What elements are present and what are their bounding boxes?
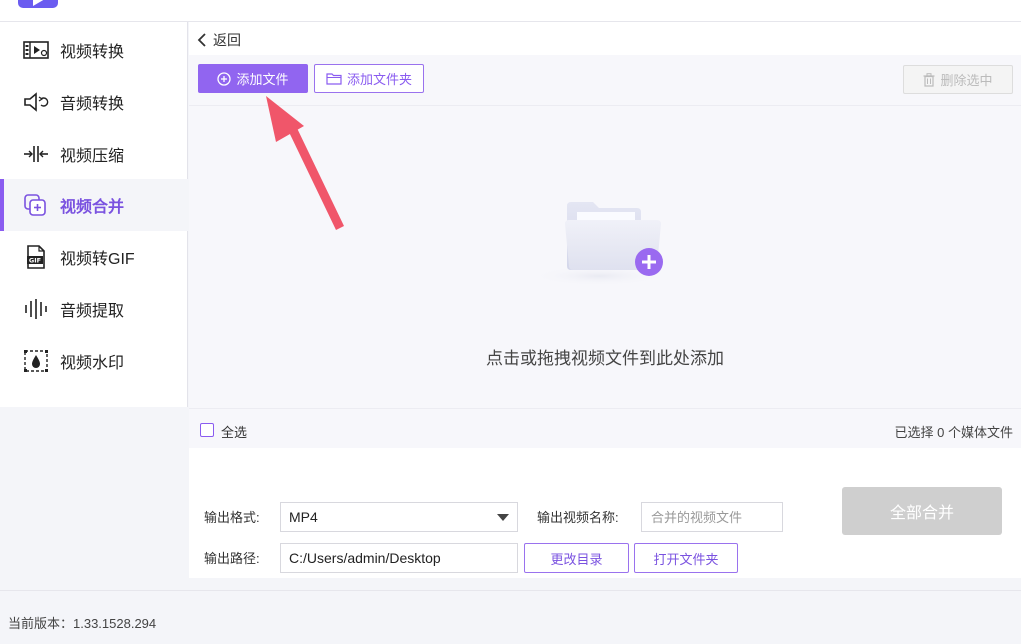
- sidebar-item-label: 音频转换: [60, 96, 125, 113]
- video-merge-icon: [22, 193, 50, 217]
- output-settings: 输出格式: MP4 输出视频名称: 输出路径: C:/Users/admin/D…: [189, 448, 1021, 578]
- merge-all-button[interactable]: 全部合并: [842, 487, 1002, 535]
- title-bar: [0, 0, 1021, 22]
- video-convert-icon: [22, 38, 50, 62]
- status-bar: 当前版本：1.33.1528.294: [0, 590, 1021, 644]
- sidebar-item-label: 视频压缩: [60, 148, 125, 165]
- selection-bar: 全选 已选择 0 个媒体文件: [189, 408, 1021, 448]
- version-text: 当前版本：1.33.1528.294: [8, 616, 157, 631]
- sidebar-item-video-watermark[interactable]: 视频水印: [0, 335, 188, 387]
- output-name-input[interactable]: [641, 502, 783, 532]
- toolbar: 添加文件 添加文件夹 删除选中: [189, 55, 1021, 105]
- output-name-label: 输出视频名称:: [537, 510, 619, 525]
- select-all-checkbox[interactable]: [200, 423, 214, 437]
- output-path-field[interactable]: C:/Users/admin/Desktop: [280, 543, 518, 573]
- sidebar-item-audio-extract[interactable]: 音频提取: [0, 283, 188, 335]
- change-directory-button[interactable]: 更改目录: [524, 543, 629, 573]
- sidebar-item-label: 音频提取: [60, 303, 125, 320]
- open-folder-label: 打开文件夹: [653, 551, 719, 567]
- sidebar-item-label: 视频水印: [60, 355, 125, 372]
- folder-icon: [326, 72, 342, 85]
- file-dropzone[interactable]: 点击或拖拽视频文件到此处添加: [189, 105, 1021, 408]
- change-directory-label: 更改目录: [550, 551, 603, 567]
- sidebar-empty-area: [0, 407, 188, 578]
- delete-selected-button[interactable]: 删除选中: [903, 65, 1013, 94]
- back-button[interactable]: 返回: [197, 30, 241, 50]
- add-file-button[interactable]: 添加文件: [198, 64, 308, 93]
- video-compress-icon: [22, 142, 50, 166]
- audio-convert-icon: [22, 90, 50, 114]
- empty-folder-icon: [529, 196, 669, 299]
- gif-icon: GIF: [22, 245, 50, 269]
- watermark-icon: [22, 349, 50, 373]
- chevron-left-icon: [197, 33, 206, 47]
- sidebar-item-video-convert[interactable]: 视频转换: [0, 24, 188, 76]
- plus-circle-icon: [217, 71, 232, 86]
- output-format-value: MP4: [289, 509, 318, 525]
- delete-selected-label: 删除选中: [940, 73, 993, 88]
- chevron-down-icon: [497, 514, 509, 521]
- sidebar-item-label: 视频转换: [60, 44, 125, 61]
- add-folder-label: 添加文件夹: [346, 72, 412, 87]
- select-all-label[interactable]: 全选: [221, 422, 247, 441]
- audio-extract-icon: [22, 297, 50, 321]
- sidebar: 视频转换 音频转换 视频压缩 视频合并 GIF 视频转GIF 音频提取 视频水印: [0, 22, 188, 578]
- sidebar-item-video-merge[interactable]: 视频合并: [0, 179, 188, 231]
- add-file-label: 添加文件: [236, 72, 289, 87]
- sidebar-item-label: 视频合并: [60, 199, 125, 216]
- selected-count: 已选择 0 个媒体文件: [894, 425, 1013, 440]
- sidebar-item-video-gif[interactable]: GIF 视频转GIF: [0, 231, 188, 283]
- trash-icon: [923, 72, 935, 87]
- sidebar-item-label: 视频转GIF: [60, 251, 135, 268]
- sidebar-item-audio-convert[interactable]: 音频转换: [0, 76, 188, 128]
- svg-text:GIF: GIF: [29, 257, 41, 265]
- output-format-label: 输出格式:: [204, 510, 260, 525]
- output-path-label: 输出路径:: [204, 551, 260, 566]
- add-folder-button[interactable]: 添加文件夹: [314, 64, 424, 93]
- app-logo: [18, 0, 58, 8]
- back-label: 返回: [213, 32, 241, 48]
- main-panel: 返回 添加文件 添加文件夹 删除选中 点击或拖拽视频文件到此处添加 全选 已选择…: [189, 22, 1021, 578]
- open-folder-button[interactable]: 打开文件夹: [634, 543, 738, 573]
- sidebar-item-video-compress[interactable]: 视频压缩: [0, 128, 188, 180]
- output-path-value: C:/Users/admin/Desktop: [289, 550, 441, 566]
- output-format-select[interactable]: MP4: [280, 502, 518, 532]
- dropzone-hint: 点击或拖拽视频文件到此处添加: [486, 349, 724, 368]
